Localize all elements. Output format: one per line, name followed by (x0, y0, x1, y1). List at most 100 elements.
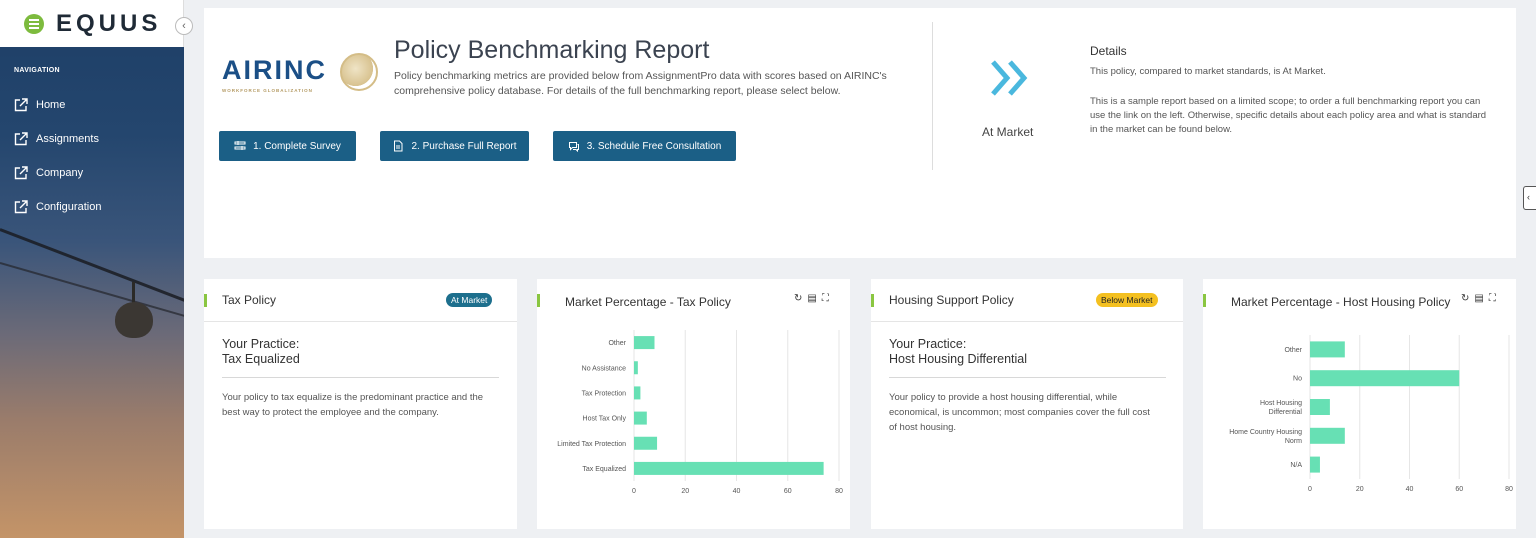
chart-toolbar: ↻ ▤ ⛶ (1461, 293, 1496, 304)
details-summary: This policy, compared to market standard… (1090, 66, 1326, 77)
page-description: Policy benchmarking metrics are provided… (394, 70, 887, 97)
card-header: Housing Support Policy Below Market (871, 279, 1183, 322)
background-gondola (115, 302, 153, 338)
card-header: Market Percentage - Tax Policy ↻ ▤ ⛶ (537, 279, 850, 322)
x-tick-label: 20 (1356, 486, 1364, 493)
side-panel-toggle[interactable]: ‹ (1523, 186, 1536, 210)
category-label: Other (608, 340, 626, 347)
practice-description: Your policy to provide a host housing di… (889, 392, 1150, 433)
chart-bar (1310, 341, 1345, 358)
chart-bar (634, 386, 641, 400)
header-divider (932, 22, 933, 170)
external-link-icon (14, 166, 28, 180)
practice-label: Your Practice: (222, 337, 300, 351)
chart-bar (634, 361, 638, 375)
chart-bar (634, 336, 655, 350)
chart-bar (1310, 399, 1330, 415)
x-tick-label: 0 (1308, 486, 1312, 493)
background-cable (0, 228, 184, 303)
document-icon (394, 140, 403, 152)
status-badge: Below Market (1096, 293, 1158, 307)
accent-bar (204, 294, 207, 307)
status-badge: At Market (446, 293, 493, 307)
external-link-icon (14, 132, 28, 146)
nav-section-title: NAVIGATION (14, 67, 60, 74)
tax-policy-bar-chart: 0 20 40 60 80 Other No Assistance Tax Protectio… (557, 330, 843, 495)
chart-bar (634, 461, 824, 475)
category-label: Tax Equalized (582, 466, 626, 473)
schedule-consultation-button[interactable]: 3. Schedule Free Consultation (553, 131, 736, 161)
fullscreen-icon[interactable]: ⛶ (1489, 293, 1496, 304)
survey-icon (234, 141, 246, 150)
chart-title: Market Percentage - Host Housing Policy (1231, 295, 1451, 309)
housing-policy-card: Housing Support Policy Below Market Your… (871, 279, 1183, 529)
report-header-card: AIRINC WORKFORCE GLOBALIZATION Policy Be… (204, 8, 1516, 258)
globe-icon (340, 53, 378, 91)
button-label: 2. Purchase Full Report (411, 140, 517, 152)
chart-toolbar: ↻ ▤ ⛶ (794, 293, 829, 304)
brand-logo[interactable]: EQUUS (0, 0, 184, 47)
practice-label: Your Practice: (889, 337, 967, 351)
category-label: Limited Tax Protection (557, 441, 626, 448)
x-tick-label: 20 (681, 488, 689, 495)
chart-bar (1310, 456, 1320, 473)
category-label: Tax Protection (582, 390, 626, 397)
fullscreen-icon[interactable]: ⛶ (822, 293, 829, 304)
external-link-icon (14, 98, 28, 112)
category-label: Home Country Housing Norm (1229, 429, 1302, 445)
chart-bar (634, 411, 647, 425)
sidebar-item-assignments[interactable]: Assignments (0, 122, 184, 156)
x-tick-label: 80 (1505, 486, 1513, 493)
chart-bar (1310, 370, 1460, 387)
purchase-full-report-button[interactable]: 2. Purchase Full Report (380, 131, 529, 161)
airinc-logo-tagline: WORKFORCE GLOBALIZATION (222, 88, 313, 93)
sidebar-item-home[interactable]: Home (0, 88, 184, 122)
x-tick-label: 60 (1455, 486, 1463, 493)
x-tick-label: 40 (1406, 486, 1414, 493)
sidebar-item-label: Company (36, 167, 84, 179)
airinc-logo-text: AIRINC (222, 55, 327, 85)
practice-value: Host Housing Differential (889, 352, 1028, 366)
refresh-icon[interactable]: ↻ (1461, 293, 1469, 304)
card-title: Housing Support Policy (889, 293, 1014, 307)
sidebar-item-configuration[interactable]: Configuration (0, 190, 184, 224)
accent-bar (1203, 294, 1206, 307)
category-label: N/A (1290, 462, 1302, 469)
complete-survey-button[interactable]: 1. Complete Survey (219, 131, 356, 161)
card-title: Tax Policy (222, 293, 277, 307)
sidebar-item-company[interactable]: Company (0, 156, 184, 190)
practice-value: Tax Equalized (222, 352, 300, 366)
accent-bar (871, 294, 874, 307)
practice-description: Your policy to tax equalize is the predo… (222, 392, 484, 418)
double-chevron-right-icon (991, 60, 1028, 96)
category-label: No (1293, 376, 1302, 383)
tax-chart-card: Market Percentage - Tax Policy ↻ ▤ ⛶ 0 20… (537, 279, 850, 529)
divider (222, 377, 499, 378)
airinc-logo: AIRINC WORKFORCE GLOBALIZATION (222, 51, 382, 101)
details-text: This is a sample report based on a limit… (1090, 96, 1487, 135)
export-icon[interactable]: ▤ (807, 293, 816, 304)
export-icon[interactable]: ▤ (1474, 293, 1483, 304)
brand-name: EQUUS (56, 9, 162, 37)
background-gondola-rod (132, 282, 135, 304)
housing-chart-card: Market Percentage - Host Housing Policy … (1203, 279, 1516, 529)
market-status-label: At Market (982, 125, 1034, 139)
details-title: Details (1090, 44, 1127, 58)
refresh-icon[interactable]: ↻ (794, 293, 802, 304)
chat-icon (568, 142, 579, 152)
collapse-sidebar-button[interactable]: ‹ (175, 17, 193, 35)
category-label: Other (1284, 347, 1302, 354)
x-tick-label: 40 (733, 488, 741, 495)
sidebar: EQUUS NAVIGATION Home Assignments Compan… (0, 0, 184, 538)
divider (889, 377, 1166, 378)
external-link-icon (14, 200, 28, 214)
accent-bar (537, 294, 540, 307)
page-title: Policy Benchmarking Report (394, 36, 710, 64)
chart-bar (634, 436, 658, 450)
x-tick-label: 80 (835, 488, 843, 495)
category-label: Host Tax Only (583, 416, 627, 423)
tax-policy-card: Tax Policy At Market Your Practice: Tax … (204, 279, 517, 529)
chart-bar (1310, 427, 1345, 444)
category-label: No Assistance (582, 365, 626, 372)
housing-policy-bar-chart: 0 20 40 60 80 Other No Host Housing Differential… (1229, 335, 1513, 493)
